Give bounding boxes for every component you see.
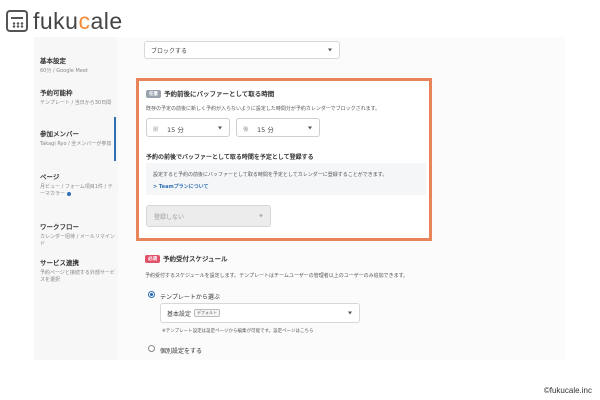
template-select[interactable]: 基本設定 デフォルト <box>160 303 360 323</box>
sidebar-item-members[interactable]: 参加メンバー Takagi Ryo / 全メンバーが参加 <box>40 130 116 148</box>
default-badge: デフォルト <box>194 309 221 317</box>
copyright: ©fukucale.inc <box>543 386 592 395</box>
buffer-before-select[interactable]: 前 15 分 <box>146 118 230 137</box>
info-box <box>146 163 426 195</box>
sidebar-item-workflow[interactable]: ワークフロー カレンダー招待 / メールリマインド <box>40 223 116 248</box>
register-description: 設定すると予約の前後にバッファーとして取る時間を予定としてカレンダーに登録するこ… <box>153 172 388 178</box>
sidebar-item-page[interactable]: ページ 月ビュー / フォーム項目1件 / テーマカラー <box>40 173 116 198</box>
chevron-down-icon <box>328 48 332 52</box>
template-note: ※テンプレート設定は設定ページから編集が可能です。設定ページはこちら <box>162 329 314 334</box>
chevron-down-icon <box>218 126 222 129</box>
radio-individual[interactable] <box>148 345 155 352</box>
radio-template[interactable] <box>148 291 155 298</box>
sidebar-item-availability[interactable]: 予約可能枠 テンプレート / 当日から30日間 <box>40 89 116 107</box>
sidebar-item-basic[interactable]: 基本設定 60分 / Google Meet <box>40 57 116 75</box>
buffer-after-select[interactable]: 後 15 分 <box>236 118 320 137</box>
register-select[interactable]: 登録しない <box>146 205 271 227</box>
register-title: 予約の前後でバッファーとして取る時間を予定として登録する <box>146 154 314 161</box>
sidebar-item-integration[interactable]: サービス連携 予約ページと接続する外部サービスを選択 <box>40 259 116 284</box>
team-plan-link[interactable]: > Teamプランについて <box>153 183 209 190</box>
chevron-down-icon <box>308 126 312 129</box>
logo-text: fukucale <box>33 7 123 34</box>
schedule-description: 予約受付するスケジュールを設定します。テンプレートはチームユーザーの管理者以上の… <box>145 273 409 279</box>
chevron-down-icon <box>348 311 352 315</box>
block-select[interactable]: ブロックする <box>144 41 340 59</box>
buffer-title: 任意 予約前後にバッファーとして取る時間 <box>146 88 274 98</box>
option-individual-label: 個別設定をする <box>160 348 203 355</box>
required-badge: 必須 <box>145 255 160 263</box>
app-logo: fukucale <box>6 4 123 38</box>
calendar-logo-icon <box>6 10 28 32</box>
buffer-description: 既存の予定の前後に新しく予約が入らないように設定した時間分が予約カレンダーでブロ… <box>146 106 381 112</box>
chevron-down-icon <box>259 214 263 218</box>
sidebar: 基本設定 60分 / Google Meet 予約可能枠 テンプレート / 当日… <box>34 37 118 360</box>
schedule-title: 必須 予約受付スケジュール <box>145 253 228 263</box>
optional-badge: 任意 <box>146 90 161 98</box>
unsaved-dot-icon <box>67 191 72 196</box>
option-template-label: テンプレートから選ぶ <box>160 294 220 301</box>
